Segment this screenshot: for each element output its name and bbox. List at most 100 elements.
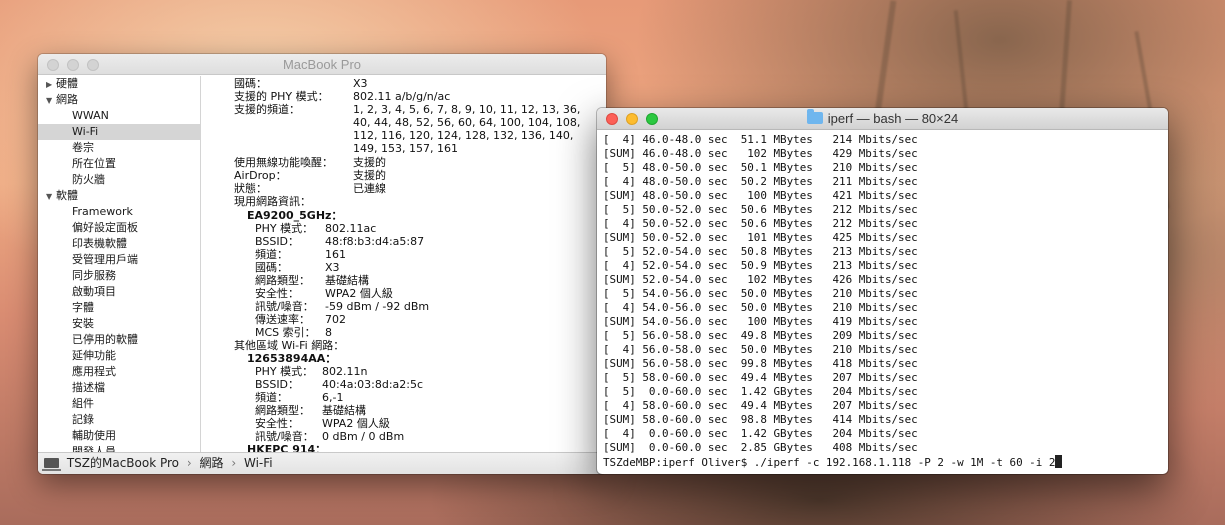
detail-label: 頻道： xyxy=(255,248,288,261)
detail-value: 802.11 a/b/g/n/ac xyxy=(353,90,451,103)
detail-value: X3 xyxy=(353,77,368,90)
terminal-titlebar[interactable]: iperf — bash — 80×24 xyxy=(597,108,1168,130)
terminal-line: [ 4] 58.0-60.0 sec 49.4 MBytes 207 Mbits… xyxy=(603,399,918,412)
disclosure-open-icon[interactable]: ▼ xyxy=(46,189,56,205)
path-separator: › xyxy=(186,456,192,470)
terminal-output[interactable]: [ 4] 46.0-48.0 sec 51.1 MBytes 214 Mbits… xyxy=(597,131,1168,474)
text-cursor xyxy=(1055,455,1063,468)
detail-value: 40:4a:03:8d:a2:5c xyxy=(322,378,424,391)
sidebar-item[interactable]: 開發人員 xyxy=(38,444,200,452)
sidebar-item[interactable]: Framework xyxy=(38,204,200,220)
path-item[interactable]: Wi-Fi xyxy=(244,456,273,470)
sidebar-item[interactable]: ▼ 網路 xyxy=(38,92,200,108)
sidebar-item-label: 開發人員 xyxy=(72,445,116,452)
disclosure-closed-icon[interactable]: ▶ xyxy=(46,77,56,93)
detail-value: 8 xyxy=(325,326,332,339)
terminal-line: [SUM] 58.0-60.0 sec 98.8 MBytes 414 Mbit… xyxy=(603,413,918,426)
sidebar-item[interactable]: 描述檔 xyxy=(38,380,200,396)
sidebar-item[interactable]: 已停用的軟體 xyxy=(38,332,200,348)
other-network-name: HKEPC 914： xyxy=(247,443,327,452)
detail-value: 基礎結構 xyxy=(325,274,369,287)
terminal-line: [ 4] 48.0-50.0 sec 50.2 MBytes 211 Mbits… xyxy=(603,175,918,188)
sidebar-item[interactable]: 偏好設定面板 xyxy=(38,220,200,236)
detail-label: 訊號/噪音： xyxy=(255,300,314,313)
sidebar-item-label: 字體 xyxy=(72,301,94,314)
sidebar-item-label: 硬體 xyxy=(56,77,78,90)
terminal-line: [ 4] 56.0-58.0 sec 50.0 MBytes 210 Mbits… xyxy=(603,343,918,356)
sidebar-item-label: 描述檔 xyxy=(72,381,105,394)
path-separator: › xyxy=(231,456,237,470)
sidebar-item-label: 印表機軟體 xyxy=(72,237,127,250)
detail-label: 網路類型： xyxy=(255,274,310,287)
detail-label: 頻道： xyxy=(255,391,288,404)
sidebar-item[interactable]: 啟動項目 xyxy=(38,284,200,300)
detail-value: 已連線 xyxy=(353,182,386,195)
path-section[interactable]: 網路 xyxy=(200,456,224,470)
detail-label: BSSID： xyxy=(255,378,300,391)
detail-value: 6,-1 xyxy=(322,391,344,404)
detail-label: 訊號/噪音： xyxy=(255,430,314,443)
sidebar-item-label: 受管理用戶端 xyxy=(72,253,138,266)
disclosure-open-icon[interactable]: ▼ xyxy=(46,93,56,109)
path-computer[interactable]: TSZ的MacBook Pro xyxy=(67,456,179,470)
terminal-title-text: iperf — bash — 80×24 xyxy=(827,111,959,126)
sidebar-item[interactable]: 字體 xyxy=(38,300,200,316)
sidebar-item[interactable]: 延伸功能 xyxy=(38,348,200,364)
sidebar-item-label: 輔助使用 xyxy=(72,429,116,442)
detail-value: 802.11n xyxy=(322,365,368,378)
sidebar-item-label: 已停用的軟體 xyxy=(72,333,138,346)
detail-value: 48:f8:b3:d4:a5:87 xyxy=(325,235,425,248)
sidebar-item-label: 所在位置 xyxy=(72,157,116,170)
detail-label: 支援的頻道： xyxy=(234,103,300,116)
sidebar-item[interactable]: Wi-Fi xyxy=(38,124,200,140)
sidebar-item[interactable]: 應用程式 xyxy=(38,364,200,380)
sidebar-item-label: 偏好設定面板 xyxy=(72,221,138,234)
detail-label: BSSID： xyxy=(255,235,300,248)
sidebar-item[interactable]: 所在位置 xyxy=(38,156,200,172)
sidebar-item[interactable]: 印表機軟體 xyxy=(38,236,200,252)
sidebar-item[interactable]: 輔助使用 xyxy=(38,428,200,444)
detail-label: 國碼： xyxy=(234,77,267,90)
terminal-line: [SUM] 46.0-48.0 sec 102 MBytes 429 Mbits… xyxy=(603,147,918,160)
detail-value: X3 xyxy=(325,261,340,274)
sidebar-item[interactable]: 記錄 xyxy=(38,412,200,428)
detail-value: -59 dBm / -92 dBm xyxy=(325,300,430,313)
terminal-prompt-line[interactable]: TSZdeMBP:iperf Oliver$ ./iperf -c 192.16… xyxy=(603,455,1168,469)
sidebar-item[interactable]: 同步服務 xyxy=(38,268,200,284)
sidebar-item[interactable]: 組件 xyxy=(38,396,200,412)
detail-label: 使用無線功能喚醒： xyxy=(234,156,333,169)
detail-label: 國碼： xyxy=(255,261,288,274)
terminal-line: [ 4] 0.0-60.0 sec 1.42 GBytes 204 Mbits/… xyxy=(603,427,918,440)
terminal-line: [SUM] 50.0-52.0 sec 101 MBytes 425 Mbits… xyxy=(603,231,918,244)
detail-value: WPA2 個人級 xyxy=(325,287,393,300)
category-sidebar[interactable]: ▶ 硬體 ▼ 網路 WWAN Wi-Fi 卷宗 所在位置 防火牆 ▼ 軟體 Framework 偏好設定… xyxy=(38,76,201,452)
detail-label: 安全性： xyxy=(255,417,299,430)
detail-label: PHY 模式： xyxy=(255,365,314,378)
sidebar-item[interactable]: ▼ 軟體 xyxy=(38,188,200,204)
sidebar-item[interactable]: ▶ 硬體 xyxy=(38,76,200,92)
sidebar-item[interactable]: 安裝 xyxy=(38,316,200,332)
detail-value: WPA2 個人級 xyxy=(322,417,390,430)
sysinfo-titlebar[interactable]: MacBook Pro xyxy=(38,54,606,75)
terminal-command[interactable]: TSZdeMBP:iperf Oliver$ ./iperf -c 192.16… xyxy=(603,456,1055,469)
detail-value: 702 xyxy=(325,313,346,326)
terminal-line: [ 5] 0.0-60.0 sec 1.42 GBytes 204 Mbits/… xyxy=(603,385,918,398)
sidebar-item-label: 安裝 xyxy=(72,317,94,330)
terminal-line: [ 4] 50.0-52.0 sec 50.6 MBytes 212 Mbits… xyxy=(603,217,918,230)
detail-label: 安全性： xyxy=(255,287,299,300)
terminal-line: [ 4] 46.0-48.0 sec 51.1 MBytes 214 Mbits… xyxy=(603,133,918,146)
path-bar: TSZ的MacBook Pro › 網路 › Wi-Fi xyxy=(38,452,606,474)
sidebar-item[interactable]: WWAN xyxy=(38,108,200,124)
terminal-line: [SUM] 54.0-56.0 sec 100 MBytes 419 Mbits… xyxy=(603,315,918,328)
detail-label: AirDrop： xyxy=(234,169,287,182)
sidebar-item[interactable]: 防火牆 xyxy=(38,172,200,188)
sidebar-item[interactable]: 受管理用戶端 xyxy=(38,252,200,268)
wifi-details-pane: 國碼： X3 支援的 PHY 模式： 802.11 a/b/g/n/ac 支援的… xyxy=(202,76,606,452)
detail-label: 網路類型： xyxy=(255,404,310,417)
laptop-icon xyxy=(42,458,61,471)
sidebar-item[interactable]: 卷宗 xyxy=(38,140,200,156)
detail-label: 狀態： xyxy=(234,182,267,195)
terminal-line: [ 4] 52.0-54.0 sec 50.9 MBytes 213 Mbits… xyxy=(603,259,918,272)
sidebar-item-label: 延伸功能 xyxy=(72,349,116,362)
sidebar-item-label: 網路 xyxy=(56,93,78,106)
